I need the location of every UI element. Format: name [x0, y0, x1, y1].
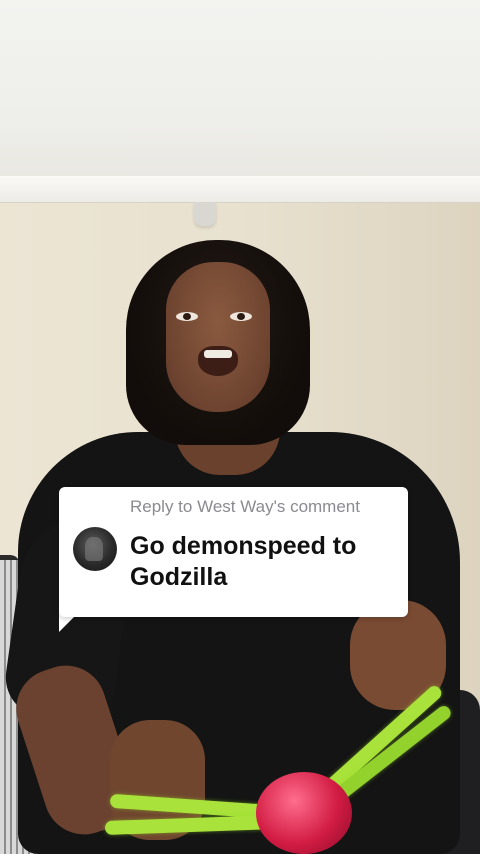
ceiling-trim — [0, 176, 480, 203]
person-face — [166, 262, 270, 412]
person-teeth — [204, 350, 232, 358]
person-right-eye — [230, 312, 252, 321]
reply-comment-text: Go demonspeed to Godzilla — [130, 532, 357, 591]
commenter-avatar-icon[interactable] — [73, 527, 117, 571]
toy-ball — [256, 772, 352, 854]
ceiling — [0, 0, 480, 176]
video-frame[interactable]: Reply to West Way's comment Go demonspee… — [0, 0, 480, 854]
person-left-eye — [176, 312, 198, 321]
reply-header: Reply to West Way's comment — [130, 497, 360, 516]
reply-comment-sticker[interactable]: Reply to West Way's comment Go demonspee… — [59, 487, 408, 617]
wall-fixture — [194, 202, 216, 226]
